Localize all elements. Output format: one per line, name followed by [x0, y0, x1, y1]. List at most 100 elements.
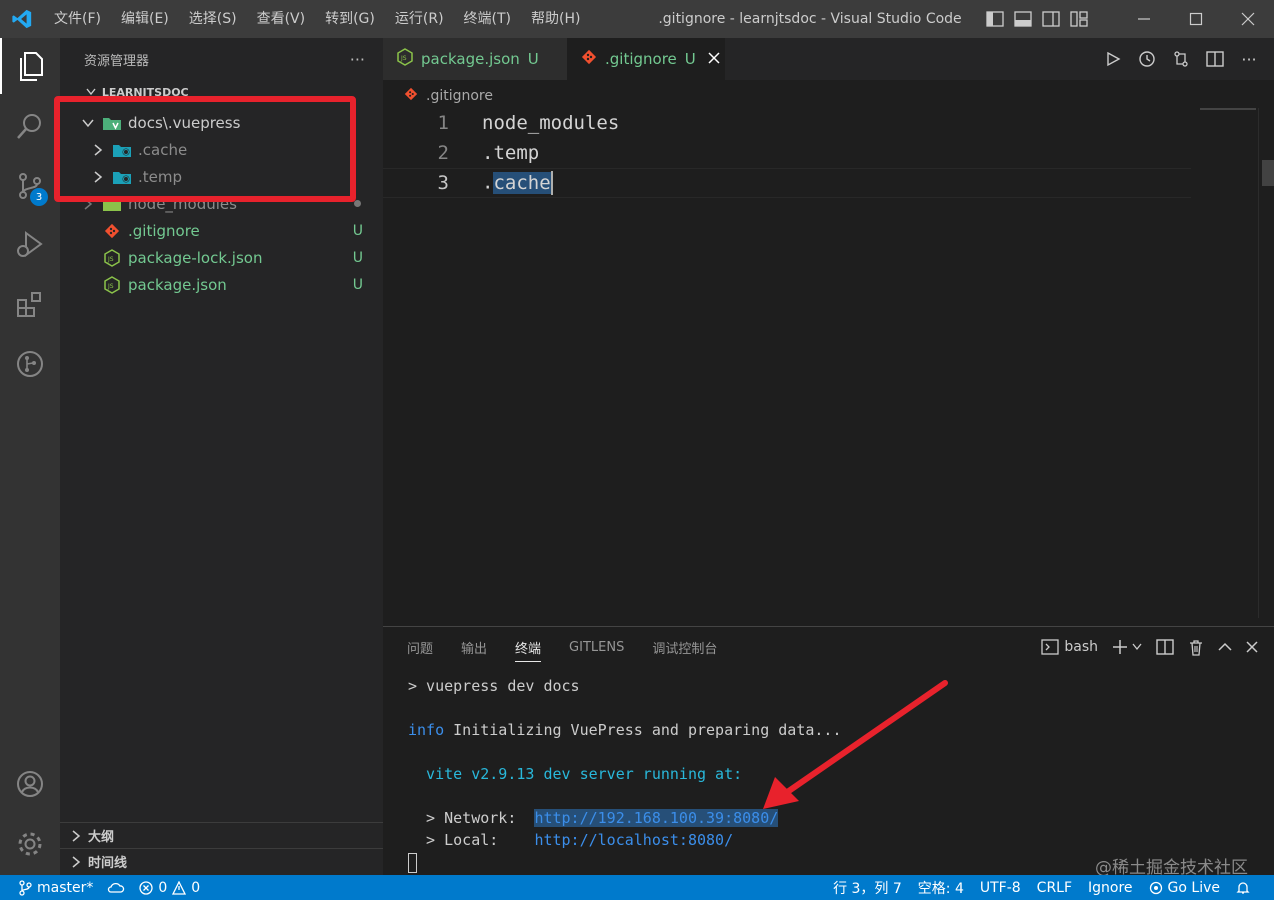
toggle-panel-icon[interactable]	[1012, 8, 1034, 30]
branch-name: master*	[37, 879, 94, 896]
close-tab-icon[interactable]	[708, 50, 720, 68]
tree-item-package-lock[interactable]: JS package-lock.json U	[60, 244, 383, 271]
kill-terminal-icon[interactable]	[1188, 639, 1204, 656]
svg-text:JS: JS	[107, 283, 114, 290]
maximize-panel-icon[interactable]	[1218, 642, 1232, 652]
code-line: 2 .temp	[383, 138, 1191, 168]
cursor-position[interactable]: 行 3，列 7	[833, 878, 902, 898]
line-text: node_modules	[482, 112, 620, 134]
breadcrumb[interactable]: .gitignore	[404, 86, 493, 106]
text-cursor	[550, 171, 553, 195]
window-title: .gitignore - learnjtsdoc - Visual Studio…	[658, 11, 962, 27]
line-text-prefix: .	[482, 171, 494, 194]
terminal-selector[interactable]: bash	[1041, 639, 1098, 655]
git-file-icon	[102, 222, 122, 240]
tab-label: package.json	[421, 50, 520, 68]
vscode-logo-icon	[0, 0, 44, 38]
menu-terminal[interactable]: 终端(T)	[454, 0, 521, 38]
menu-run[interactable]: 运行(R)	[385, 0, 454, 38]
customize-layout-icon[interactable]	[1068, 8, 1090, 30]
code-editor[interactable]: 1 node_modules 2 .temp 3 .cache	[383, 108, 1258, 618]
chevron-right-icon	[68, 829, 84, 842]
run-icon[interactable]	[1102, 48, 1124, 70]
toggle-secondary-sidebar-icon[interactable]	[1040, 8, 1062, 30]
git-file-icon	[404, 87, 418, 105]
split-terminal-icon[interactable]	[1156, 639, 1174, 655]
file-history-icon[interactable]	[1136, 48, 1158, 70]
tree-item-package-json[interactable]: JS package.json U	[60, 271, 383, 298]
annotation-highlight-box	[54, 96, 356, 202]
tab-gitignore[interactable]: .gitignore U	[567, 38, 725, 80]
menu-file[interactable]: 文件(F)	[44, 0, 111, 38]
tab-debug-console[interactable]: 调试控制台	[652, 638, 717, 657]
timeline-label: 时间线	[88, 856, 128, 871]
line-text: .temp	[482, 142, 540, 164]
run-debug-icon[interactable]	[0, 216, 60, 272]
close-window-icon[interactable]	[1222, 0, 1274, 38]
untracked-badge: U	[684, 50, 696, 68]
more-actions-icon[interactable]: ···	[350, 50, 365, 69]
menu-view[interactable]: 查看(V)	[247, 0, 316, 38]
toggle-primary-sidebar-icon[interactable]	[984, 8, 1006, 30]
menu-selection[interactable]: 选择(S)	[179, 0, 247, 38]
outline-section[interactable]: 大纲	[60, 822, 383, 848]
explorer-title: 资源管理器	[84, 53, 150, 69]
terminal-local-label: > Local:	[408, 831, 535, 849]
menu-edit[interactable]: 编辑(E)	[111, 0, 179, 38]
status-bar: master* 0 0 行 3，列 7 空格: 4 UTF-8 CRLF Ign…	[0, 875, 1274, 900]
network-url-link[interactable]: http://192.168.100.39:8080/	[534, 809, 779, 827]
tab-gitlens[interactable]: GITLENS	[569, 640, 624, 655]
tab-package-json[interactable]: JS package.json U	[383, 38, 567, 80]
line-ending[interactable]: CRLF	[1037, 880, 1072, 896]
open-changes-icon[interactable]	[1170, 48, 1192, 70]
tab-output[interactable]: 输出	[461, 638, 487, 657]
menu-help[interactable]: 帮助(H)	[521, 0, 590, 38]
untracked-badge: U	[352, 222, 363, 239]
more-actions-icon[interactable]: ···	[1238, 48, 1260, 70]
git-file-icon	[581, 49, 597, 69]
minimap[interactable]	[1200, 108, 1256, 112]
new-terminal-icon[interactable]	[1112, 639, 1142, 655]
branch-indicator[interactable]: master*	[18, 880, 93, 896]
extensions-icon[interactable]	[0, 276, 60, 332]
maximize-icon[interactable]	[1170, 0, 1222, 38]
error-count: 0	[158, 879, 168, 896]
local-url-link[interactable]: http://localhost:8080/	[534, 831, 733, 849]
notifications-bell-icon[interactable]	[1236, 881, 1250, 895]
tree-item-label: .gitignore	[128, 221, 200, 240]
editor-scrollbar-thumb[interactable]	[1262, 160, 1274, 186]
timeline-section[interactable]: 时间线	[60, 848, 383, 874]
split-editor-icon[interactable]	[1204, 48, 1226, 70]
problems-indicator[interactable]: 0 0	[139, 880, 200, 896]
svg-text:JS: JS	[107, 256, 114, 263]
sync-icon[interactable]	[107, 881, 125, 895]
chevron-down-icon	[1132, 643, 1142, 651]
nodejs-file-icon: JS	[102, 248, 122, 267]
minimize-icon[interactable]	[1118, 0, 1170, 38]
settings-gear-icon[interactable]	[0, 816, 60, 872]
source-control-icon[interactable]	[0, 158, 60, 214]
indentation[interactable]: 空格: 4	[918, 878, 964, 898]
language-mode[interactable]: Ignore	[1088, 880, 1133, 896]
tab-terminal[interactable]: 终端	[515, 638, 542, 662]
terminal-icon	[1041, 639, 1060, 655]
tree-item-gitignore[interactable]: .gitignore U	[60, 217, 383, 244]
search-icon[interactable]	[0, 98, 60, 154]
encoding[interactable]: UTF-8	[980, 880, 1021, 896]
accounts-icon[interactable]	[0, 756, 60, 812]
go-live-button[interactable]: Go Live	[1149, 880, 1220, 896]
go-live-label: Go Live	[1167, 879, 1220, 896]
warning-count: 0	[191, 879, 201, 896]
gitlens-icon[interactable]	[0, 336, 60, 392]
breadcrumb-file: .gitignore	[426, 88, 493, 104]
line-number: 2	[437, 142, 449, 164]
line-number: 3	[437, 172, 449, 194]
source-control-badge: 3	[30, 188, 48, 206]
git-branch-icon	[19, 879, 32, 896]
tab-problems[interactable]: 问题	[407, 638, 433, 657]
menu-bar: 文件(F) 编辑(E) 选择(S) 查看(V) 转到(G) 运行(R) 终端(T…	[44, 0, 590, 38]
menu-go[interactable]: 转到(G)	[315, 0, 385, 38]
close-panel-icon[interactable]	[1246, 641, 1258, 653]
line-text: .cache	[482, 171, 553, 195]
explorer-icon[interactable]	[0, 38, 60, 94]
